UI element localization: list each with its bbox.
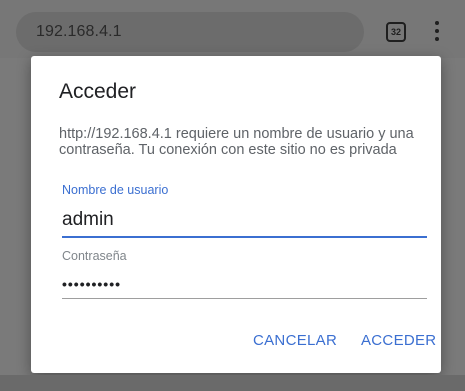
cancel-button[interactable]: CANCELAR (253, 332, 337, 349)
dialog-message: http://192.168.4.1 requiere un nombre de… (59, 126, 414, 158)
password-label: Contraseña (62, 249, 127, 263)
browser-toolbar: 192.168.4.1 32 (0, 0, 465, 58)
password-field[interactable] (62, 270, 427, 299)
dialog-title: Acceder (59, 80, 137, 103)
auth-dialog: Acceder http://192.168.4.1 requiere un n… (31, 56, 441, 373)
sign-in-button[interactable]: ACCEDER (361, 332, 436, 349)
screen: 192.168.4.1 32 Acceder http://192.168.4.… (0, 0, 465, 391)
username-label: Nombre de usuario (62, 183, 169, 197)
page-background-strip (0, 375, 465, 391)
address-bar-url[interactable]: 192.168.4.1 (36, 23, 122, 41)
username-field[interactable] (62, 204, 427, 238)
more-vert-icon[interactable] (434, 21, 440, 43)
tab-switcher-icon[interactable]: 32 (386, 22, 406, 42)
